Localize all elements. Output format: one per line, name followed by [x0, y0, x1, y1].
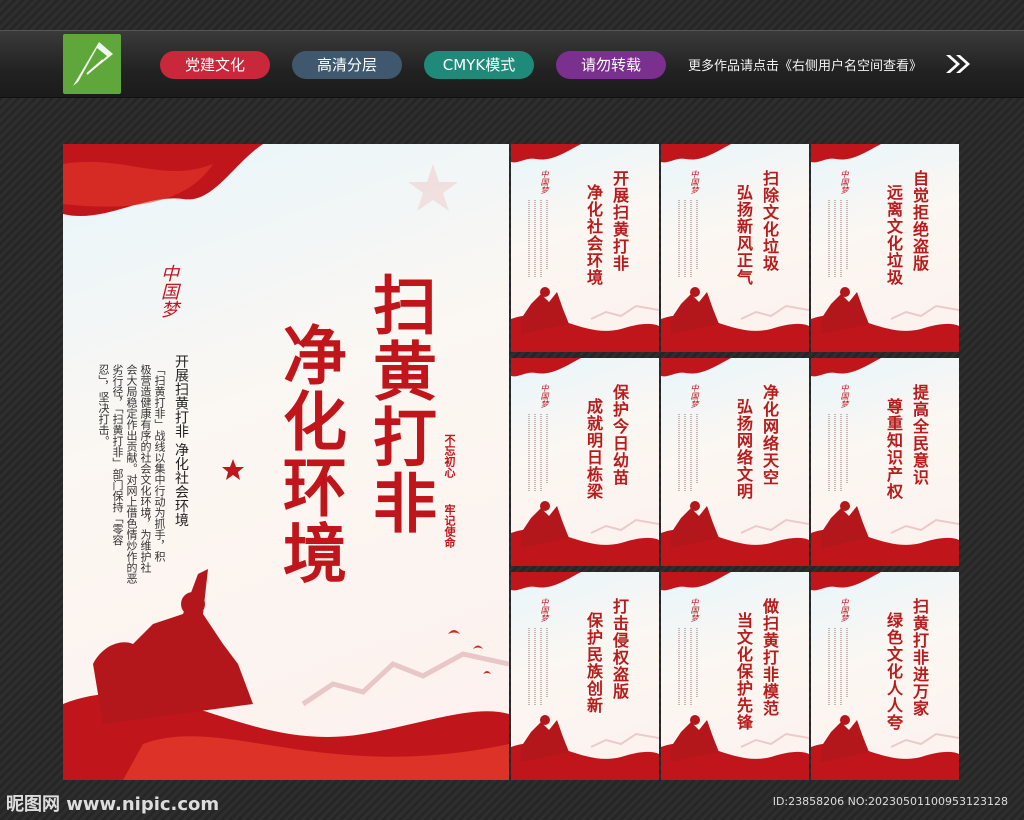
slogan-left: 不忘初心	[443, 434, 456, 478]
main-subtitle: 开展扫黄打非 净化社会环境	[173, 354, 189, 527]
mini-poster: 打击侵权盗版 保护民族创新 中国梦	[511, 572, 659, 780]
mini-body-text	[525, 628, 555, 708]
china-dream-logo: 中国梦	[540, 170, 549, 194]
mini-poster: 提高全民意识 尊重知识产权 中国梦	[811, 358, 959, 566]
mini-poster: 扫除文化垃圾 弘扬新风正气 中国梦	[661, 144, 809, 352]
mini-body-text	[675, 200, 705, 280]
main-title-line1: 扫黄打非	[362, 272, 437, 536]
mini-title-line1: 提高全民意识	[910, 384, 929, 486]
mini-title-line1: 开展扫黄打非	[610, 170, 629, 272]
mini-body-text	[525, 200, 555, 280]
mini-title-line2: 尊重知识产权	[884, 398, 903, 500]
china-dream-logo: 中国梦	[840, 384, 849, 408]
mini-body-text	[675, 414, 705, 494]
body-text: 会大局稳定作出贡献。对网上借色情炒作的恶	[125, 364, 138, 584]
china-dream-logo: 中国梦	[690, 598, 699, 622]
main-poster: 中国梦 扫黄打非 净化环境 开展扫黄打非 净化社会环境 「扫黄打非」战线以集中行…	[63, 144, 509, 780]
china-dream-logo: 中国梦	[540, 598, 549, 622]
image-id: ID:23858206 NO:20230501100953123128	[772, 795, 1008, 808]
mini-body-text	[525, 414, 555, 494]
body-text: 劣行径，「扫黄打非」部门保持「零容	[111, 364, 124, 546]
main-title-line2: 净化环境	[272, 322, 347, 586]
mini-title-line1: 扫除文化垃圾	[760, 170, 779, 272]
mini-title-line1: 扫黄打非进万家	[910, 598, 929, 717]
double-arrow-icon[interactable]	[944, 53, 972, 79]
mini-poster: 保护今日幼苗 成就明日栋梁 中国梦	[511, 358, 659, 566]
china-dream-logo: 中国梦	[540, 384, 549, 408]
more-works-link[interactable]: 更多作品请点击《右侧用户名空间查看》	[688, 55, 922, 74]
mini-poster: 净化网络天空 弘扬网络文明 中国梦	[661, 358, 809, 566]
mini-poster: 自觉拒绝盗版 远离文化垃圾 中国梦	[811, 144, 959, 352]
mini-body-text	[825, 628, 855, 708]
slogan-right: 牢记使命	[443, 504, 456, 548]
tag-party-culture[interactable]: 党建文化	[160, 51, 270, 79]
china-dream-logo: 中国梦	[690, 170, 699, 194]
mini-title-line1: 打击侵权盗版	[610, 598, 629, 700]
mini-title-line1: 做扫黄打非模范	[760, 598, 779, 717]
mini-title-line2: 当文化保护先锋	[734, 612, 753, 731]
nipic-footer-logo: 昵图网 www.nipic.com	[6, 794, 220, 815]
china-dream-logo: 中国梦	[690, 384, 699, 408]
mini-body-text	[825, 414, 855, 494]
nipic-logo	[63, 34, 121, 94]
tag-cmyk[interactable]: CMYK模式	[424, 51, 534, 79]
mini-title-line2: 弘扬网络文明	[734, 398, 753, 500]
mini-title-line1: 保护今日幼苗	[610, 384, 629, 486]
mini-title-line2: 弘扬新风正气	[734, 184, 753, 286]
mini-title-line2: 绿色文化人人夸	[884, 612, 903, 731]
tag-hd-layers[interactable]: 高清分层	[292, 51, 402, 79]
mini-poster: 做扫黄打非模范 当文化保护先锋 中国梦	[661, 572, 809, 780]
body-text: 极营造健康有序的社会文化环境，为维护社	[139, 364, 152, 573]
china-dream-logo: 中国梦	[840, 598, 849, 622]
mini-title-line2: 净化社会环境	[584, 184, 603, 286]
mini-body-text	[675, 628, 705, 708]
china-dream-logo: 中国梦	[840, 170, 849, 194]
body-text: 忍」，坚决打击。	[97, 364, 110, 447]
tag-no-repost[interactable]: 请勿转载	[556, 51, 666, 79]
body-text: 「扫黄打非」战线以集中行动为抓手，积	[153, 364, 166, 562]
mini-poster: 开展扫黄打非 净化社会环境 中国梦	[511, 144, 659, 352]
mini-title-line2: 远离文化垃圾	[884, 184, 903, 286]
mini-poster: 扫黄打非进万家 绿色文化人人夸 中国梦	[811, 572, 959, 780]
china-dream-logo: 中国梦	[158, 264, 179, 318]
mini-title-line2: 成就明日栋梁	[584, 398, 603, 500]
mini-title-line2: 保护民族创新	[584, 612, 603, 714]
mini-body-text	[825, 200, 855, 280]
mini-title-line1: 自觉拒绝盗版	[910, 170, 929, 272]
mini-title-line1: 净化网络天空	[760, 384, 779, 486]
